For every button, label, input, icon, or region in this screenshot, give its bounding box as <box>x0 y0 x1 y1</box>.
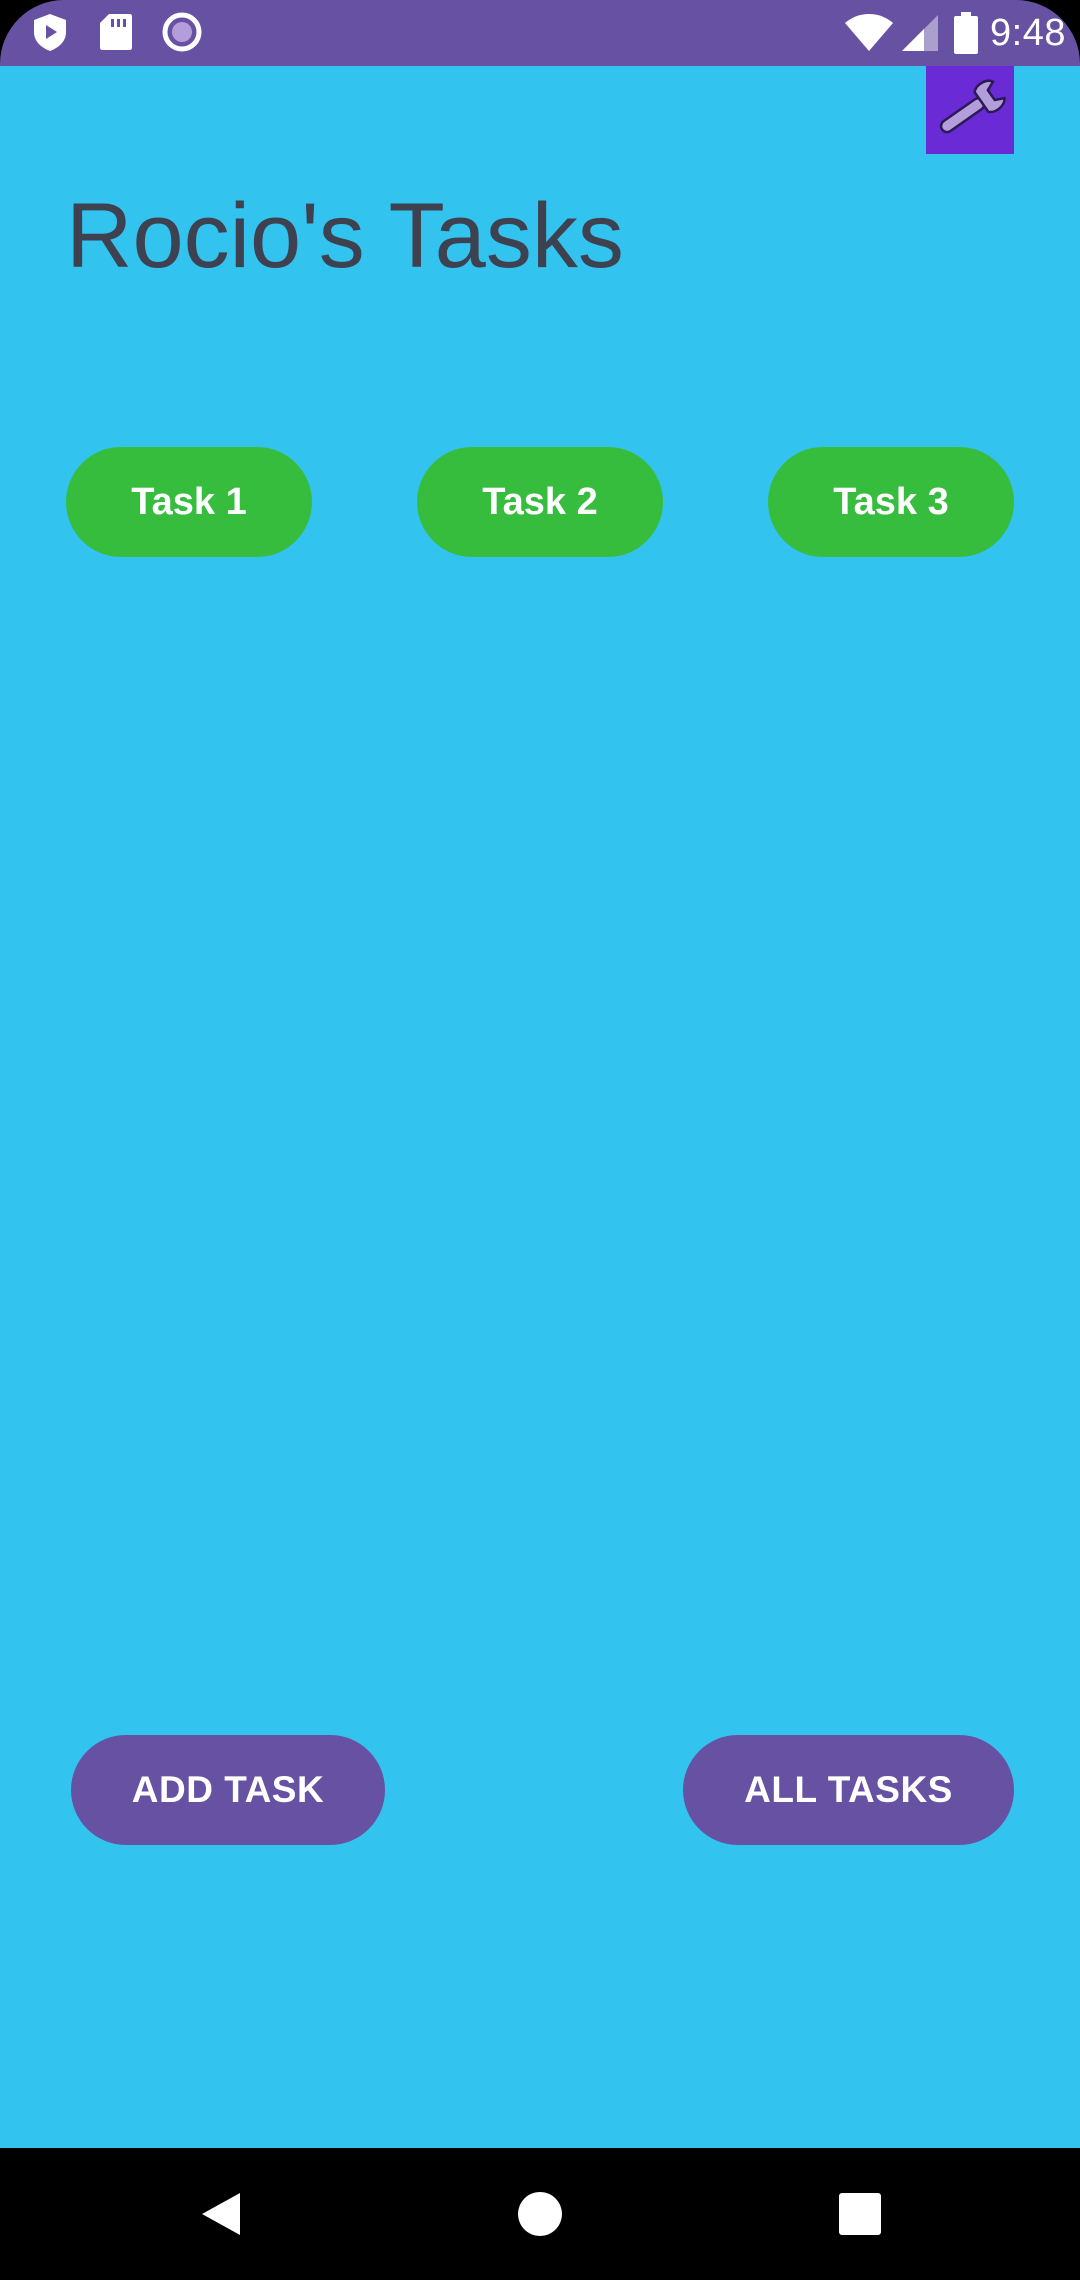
device-screen: 9:48 Rocio's Tasks Task 1 Task 2 Task 3 … <box>0 0 1080 2280</box>
sd-card-icon <box>96 12 136 52</box>
navigation-bar <box>0 2148 1080 2280</box>
shield-play-icon <box>30 12 70 52</box>
back-icon[interactable] <box>184 2178 256 2250</box>
status-time: 9:48 <box>990 11 1066 54</box>
add-task-button[interactable]: ADD TASK <box>71 1735 385 1845</box>
status-right-group: 9:48 <box>844 0 1080 66</box>
task-1-button[interactable]: Task 1 <box>66 447 312 557</box>
page-title: Rocio's Tasks <box>66 185 624 287</box>
home-icon[interactable] <box>504 2178 576 2250</box>
all-tasks-button[interactable]: ALL TASKS <box>683 1735 1014 1845</box>
circle-record-icon <box>162 12 202 52</box>
cell-signal-icon <box>900 13 940 53</box>
battery-icon <box>954 12 979 54</box>
wifi-icon <box>844 13 894 53</box>
status-bar: 9:48 <box>0 0 1080 66</box>
task-3-button[interactable]: Task 3 <box>768 447 1014 557</box>
settings-button[interactable] <box>926 66 1014 154</box>
task-2-button[interactable]: Task 2 <box>417 447 663 557</box>
recents-icon[interactable] <box>824 2178 896 2250</box>
wrench-icon <box>928 68 1012 152</box>
